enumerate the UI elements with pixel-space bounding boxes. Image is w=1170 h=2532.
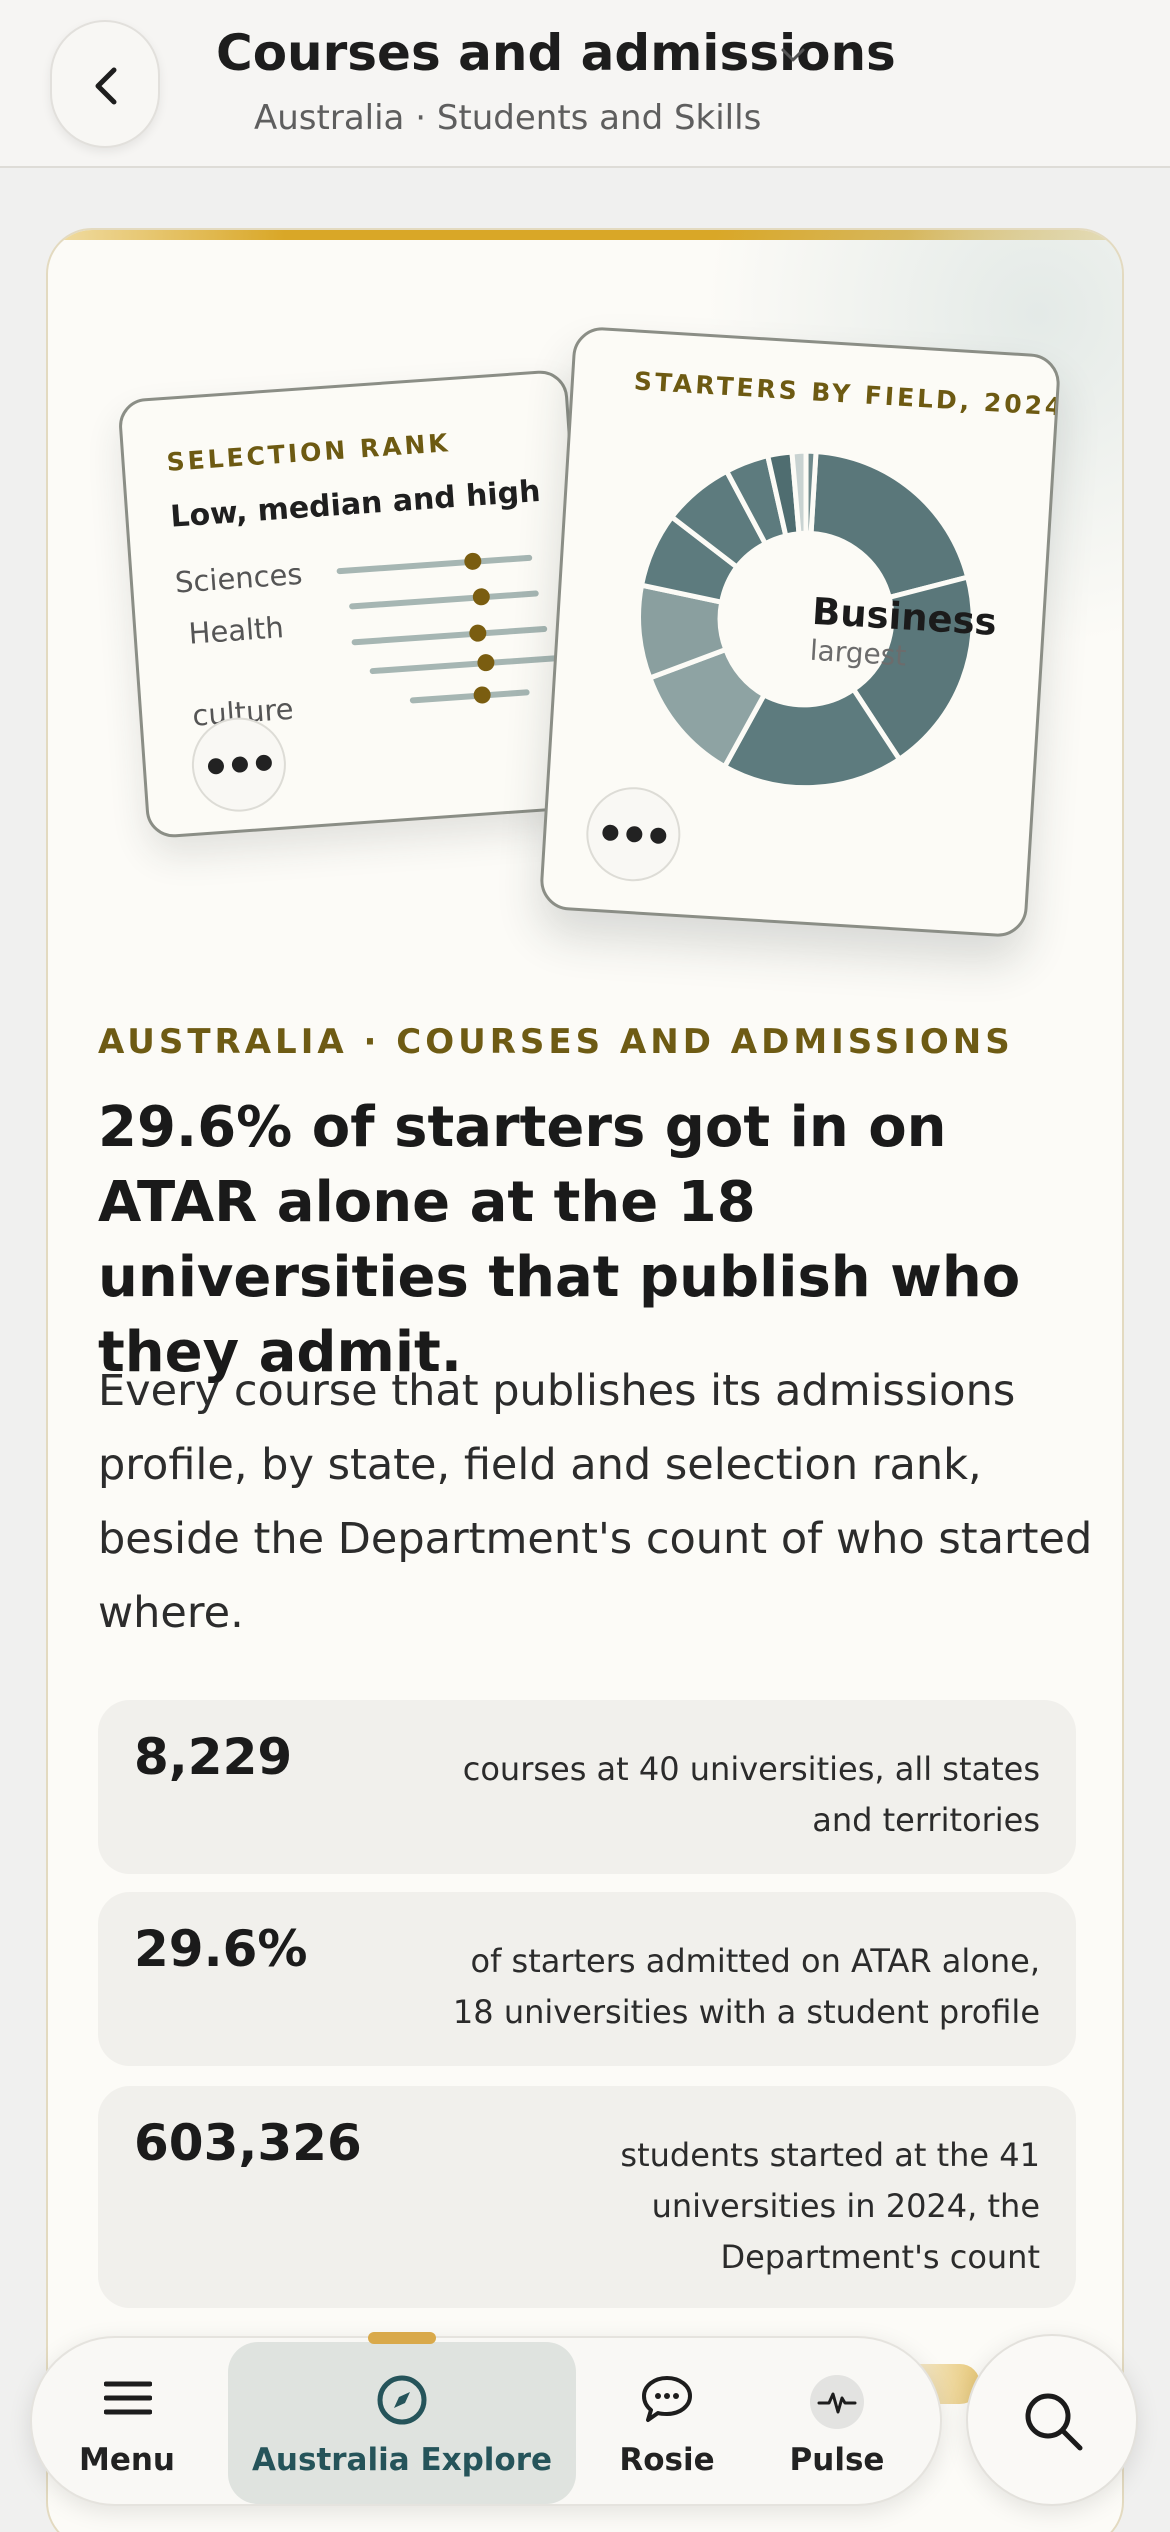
stat-description: courses at 40 universities, all states a… [462, 1750, 1040, 1839]
nav-label: Australia Explore [251, 2442, 553, 2478]
stat-card-starters: 603,326 students started at the 41 unive… [98, 2086, 1076, 2308]
menu-icon [104, 2381, 152, 2415]
rank-row-label: Health [187, 610, 285, 651]
pulse-icon [810, 2375, 864, 2429]
rank-median-dot [476, 653, 495, 672]
field-card-more-button[interactable] [583, 784, 684, 884]
dot [601, 824, 619, 842]
field-card-kicker: STARTERS BY FIELD, 2024 [633, 366, 1062, 422]
compass-icon [377, 2375, 427, 2425]
nav-item-pulse[interactable]: Pulse [772, 2338, 902, 2508]
story-lede: Every course that publishes its admissio… [98, 1366, 1093, 1638]
dot [625, 825, 643, 843]
stat-description: of starters admitted on ATAR alone, 18 u… [452, 1942, 1040, 2031]
stat-value: 29.6% [134, 1920, 308, 1978]
nav-label: Pulse [789, 2442, 885, 2478]
rank-median-dot [473, 685, 492, 705]
chevron-left-icon [95, 67, 117, 105]
nav-item-menu[interactable]: Menu [52, 2338, 202, 2508]
donut-center-sublabel: largest [808, 633, 908, 673]
chat-bubble-icon [642, 2376, 692, 2422]
breadcrumb: Australia · Students and Skills [254, 98, 762, 138]
chevron-down-icon[interactable] [780, 46, 806, 64]
rank-card-subtitle: Low, median and high [169, 473, 542, 535]
nav-label: Menu [78, 2442, 175, 2478]
selection-rank-preview-card[interactable]: SELECTION RANK Low, median and high Scie… [117, 368, 597, 840]
story-kicker: AUSTRALIA · COURSES AND ADMISSIONS [98, 1022, 1014, 1062]
rank-card-kicker: SELECTION RANK [165, 428, 452, 477]
dot [649, 827, 667, 845]
starters-by-field-preview-card[interactable]: STARTERS BY FIELD, 2024 Business largest [538, 325, 1062, 939]
dot [207, 757, 225, 775]
stat-value: 8,229 [134, 1728, 293, 1786]
story-headline: 29.6% of starters got in on ATAR alone a… [98, 1095, 1021, 1385]
app-header: Courses and admissions Australia · Stude… [0, 0, 1170, 168]
nav-item-rosie[interactable]: Rosie [602, 2338, 732, 2508]
rank-range-bar [369, 655, 558, 675]
stat-description: students started at the 41 universities … [620, 2136, 1040, 2276]
stat-card-atar: 29.6% of starters admitted on ATAR alone… [98, 1892, 1076, 2066]
back-button[interactable] [50, 20, 160, 148]
rank-range-bar [336, 554, 533, 575]
page: Courses and admissions Australia · Stude… [0, 0, 1170, 2532]
stat-card-courses: 8,229 courses at 40 universities, all st… [98, 1700, 1076, 1874]
stat-value: 603,326 [134, 2114, 362, 2172]
search-button[interactable] [966, 2334, 1138, 2506]
feature-card[interactable]: SELECTION RANK Low, median and high Scie… [46, 228, 1124, 2532]
rank-range-bar [409, 689, 530, 704]
nav-label: Rosie [619, 2442, 715, 2478]
bottom-nav: Menu Australia Explore Rosie Pulse [30, 2332, 942, 2508]
search-icon [1025, 2393, 1083, 2451]
nav-item-australia-explore[interactable]: Australia Explore [228, 2338, 576, 2508]
dot [231, 756, 249, 774]
rank-median-dot [463, 552, 482, 571]
dot [255, 754, 273, 772]
